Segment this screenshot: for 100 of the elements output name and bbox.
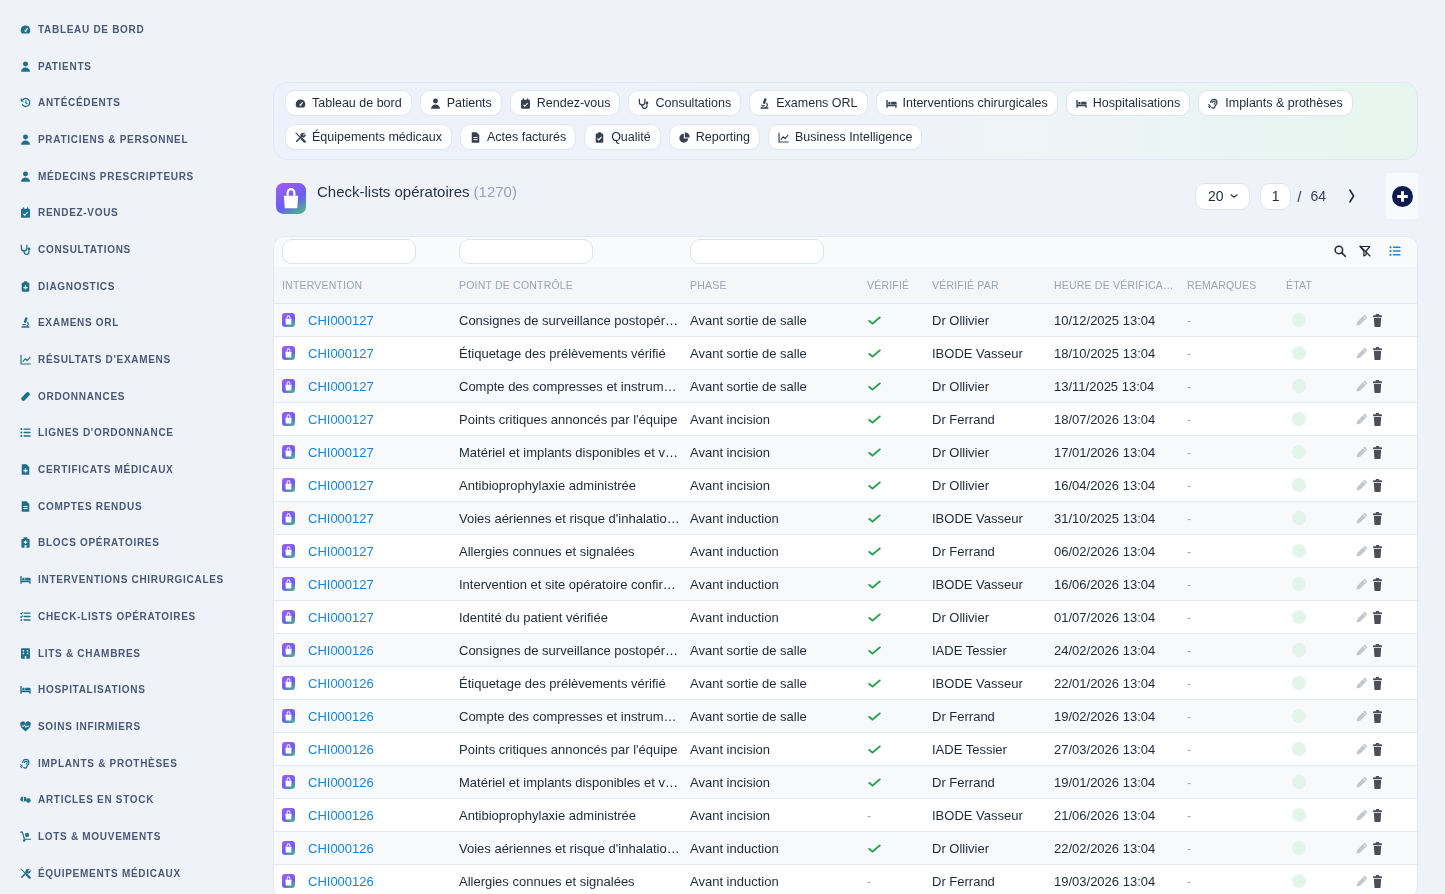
intervention-link[interactable]: CHI000127 [308, 477, 374, 493]
trash-icon[interactable] [1372, 577, 1383, 591]
intervention-link[interactable]: CHI000127 [308, 411, 374, 427]
sidebar-item[interactable]: RÉSULTATS D'EXAMENS [20, 341, 273, 378]
sidebar-item[interactable]: COMPTES RENDUS [20, 487, 273, 525]
sidebar-item[interactable]: LITS & CHAMBRES [20, 634, 273, 672]
trash-icon[interactable] [1372, 346, 1383, 360]
sidebar-item[interactable]: DIAGNOSTICS [20, 267, 273, 305]
sidebar-item[interactable]: PATIENTS [20, 47, 273, 85]
intervention-link[interactable]: CHI000127 [308, 345, 374, 361]
trash-icon[interactable] [1372, 379, 1383, 393]
trash-icon[interactable] [1372, 841, 1383, 855]
table-cell: Avant incision [690, 477, 770, 493]
search-icon[interactable] [1334, 245, 1346, 257]
add-button[interactable] [1386, 173, 1418, 219]
filter-field[interactable] [282, 239, 416, 264]
table-cell: Avant sortie de salle [690, 642, 807, 658]
sidebar-item[interactable]: CERTIFICATS MÉDICAUX [20, 451, 273, 488]
sidebar-item[interactable]: RENDEZ-VOUS [20, 194, 273, 232]
nav-tab[interactable]: Patients [419, 90, 502, 116]
table-cell: Voies aériennes et risque d'inhalatio… [459, 840, 680, 856]
nav-tab[interactable]: Implants & prothèses [1198, 90, 1353, 116]
nav-tab[interactable]: Équipements médicaux [285, 124, 452, 150]
trash-icon[interactable] [1372, 478, 1383, 492]
sidebar-item[interactable]: CHECK-LISTS OPÉRATOIRES [20, 598, 273, 635]
trash-icon[interactable] [1372, 808, 1383, 822]
next-page-button[interactable] [1348, 189, 1357, 203]
trash-icon[interactable] [1372, 643, 1383, 657]
nav-tab[interactable]: Business Intelligence [767, 124, 923, 150]
table-cell: Avant induction [690, 840, 779, 856]
sidebar-item[interactable]: PRATICIENS & PERSONNEL [20, 121, 273, 158]
table-cell: - [1187, 774, 1192, 790]
table-cell: Matériel et implants disponibles et v… [459, 774, 678, 790]
intervention-link[interactable]: CHI000126 [308, 840, 374, 856]
trash-icon[interactable] [1372, 511, 1383, 525]
trash-icon[interactable] [1372, 676, 1383, 690]
page-input[interactable]: 1 [1260, 182, 1292, 210]
sidebar-item[interactable]: SOINS INFIRMIERS [20, 708, 273, 745]
nav-tab[interactable]: Actes facturés [459, 124, 577, 150]
sidebar-item[interactable]: INTERVENTIONS CHIRURGICALES [20, 561, 273, 598]
clipboard-check-icon [594, 131, 606, 143]
nav-tab[interactable]: Consultations [628, 90, 742, 116]
funnel-slash-icon[interactable] [1359, 245, 1371, 257]
table-cell: Avant sortie de salle [690, 378, 807, 394]
sidebar-item[interactable]: TABLEAU DE BORD [20, 11, 273, 48]
column-header: ÉTAT [1286, 279, 1313, 291]
intervention-link[interactable]: CHI000127 [308, 609, 374, 625]
sidebar-item[interactable]: ÉQUIPEMENTS MÉDICAUX [20, 854, 273, 892]
intervention-link[interactable]: CHI000126 [308, 774, 374, 790]
column-header: HEURE DE VÉRIFICA… [1054, 279, 1174, 291]
intervention-link[interactable]: CHI000127 [308, 543, 374, 559]
sidebar-item[interactable]: LOTS & MOUVEMENTS [20, 818, 273, 855]
list-icon[interactable] [1389, 245, 1401, 257]
table-cell: Avant induction [690, 576, 779, 592]
sidebar-item[interactable]: EXAMENS ORL [20, 304, 273, 342]
nav-tab[interactable]: Examens ORL [749, 90, 868, 116]
intervention-link[interactable]: CHI000127 [308, 510, 374, 526]
trash-icon[interactable] [1372, 874, 1383, 888]
sidebar-item[interactable]: ARTICLES EN STOCK [20, 781, 273, 819]
nav-tab[interactable]: Qualité [584, 124, 661, 150]
intervention-link[interactable]: CHI000126 [308, 807, 374, 823]
intervention-link[interactable]: CHI000127 [308, 312, 374, 328]
table-cell: - [867, 873, 872, 889]
nav-tab[interactable]: Rendez-vous [509, 90, 621, 116]
sidebar-item[interactable]: LIGNES D'ORDONNANCE [20, 414, 273, 452]
filter-field[interactable] [459, 239, 593, 264]
intervention-link[interactable]: CHI000127 [308, 576, 374, 592]
table-cell: Points critiques annoncés par l'équipe [459, 411, 678, 427]
intervention-link[interactable]: CHI000127 [308, 444, 374, 460]
table-cell: Avant induction [690, 543, 779, 559]
filter-field[interactable] [690, 239, 824, 264]
intervention-link[interactable]: CHI000126 [308, 873, 374, 889]
intervention-link[interactable]: CHI000126 [308, 741, 374, 757]
sidebar-item[interactable]: ORDONNANCES [20, 377, 273, 415]
trash-icon[interactable] [1372, 709, 1383, 723]
nav-tab[interactable]: Reporting [668, 124, 760, 150]
trash-icon[interactable] [1372, 544, 1383, 558]
nav-tab[interactable]: Interventions chirurgicales [875, 90, 1058, 116]
user-icon [429, 97, 441, 109]
page-size-select[interactable]: 20 [1195, 182, 1251, 210]
chevron-right-icon [1348, 189, 1357, 203]
intervention-link[interactable]: CHI000126 [308, 675, 374, 691]
trash-icon[interactable] [1372, 742, 1383, 756]
table-cell: Étiquetage des prélèvements vérifié [459, 345, 666, 361]
sidebar-item[interactable]: MÉDECINS PRESCRIPTEURS [20, 157, 273, 195]
intervention-link[interactable]: CHI000126 [308, 642, 374, 658]
trash-icon[interactable] [1372, 445, 1383, 459]
trash-icon[interactable] [1372, 610, 1383, 624]
trash-icon[interactable] [1372, 313, 1383, 327]
trash-icon[interactable] [1372, 775, 1383, 789]
sidebar-item[interactable]: IMPLANTS & PROTHÈSES [20, 744, 273, 782]
nav-tab[interactable]: Tableau de bord [285, 90, 412, 116]
trash-icon[interactable] [1372, 412, 1383, 426]
sidebar-item[interactable]: BLOCS OPÉRATOIRES [20, 524, 273, 562]
sidebar-item[interactable]: HOSPITALISATIONS [20, 671, 273, 709]
nav-tab[interactable]: Hospitalisations [1065, 90, 1191, 116]
sidebar-item[interactable]: ANTÉCÉDENTS [20, 84, 273, 122]
intervention-link[interactable]: CHI000127 [308, 378, 374, 394]
sidebar-item[interactable]: CONSULTATIONS [20, 231, 273, 268]
intervention-link[interactable]: CHI000126 [308, 708, 374, 724]
